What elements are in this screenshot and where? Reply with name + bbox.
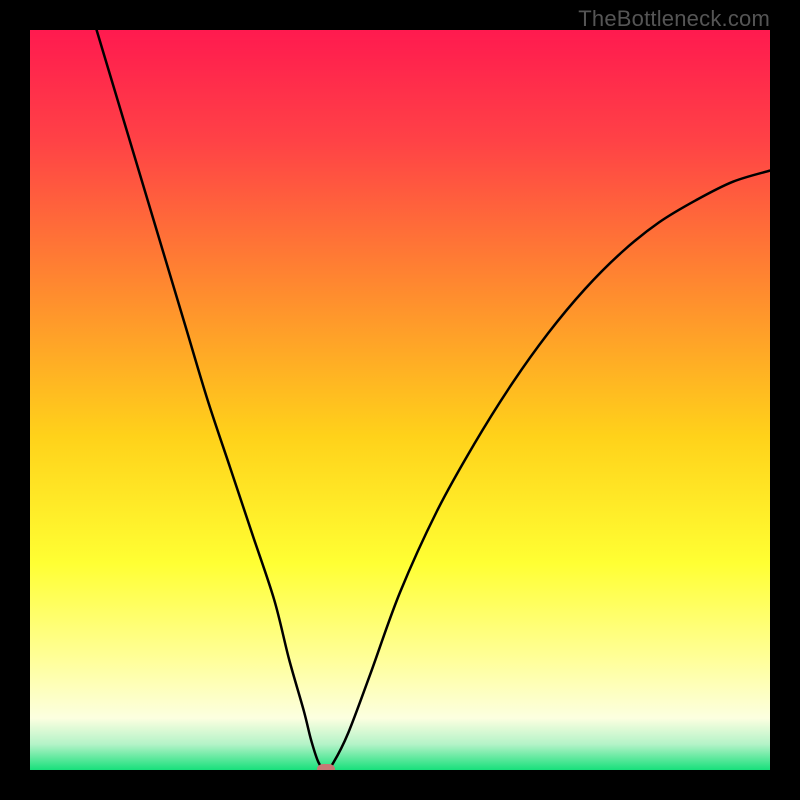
- watermark-text: TheBottleneck.com: [578, 6, 770, 32]
- optimal-point-marker: [317, 764, 335, 770]
- plot-area: [30, 30, 770, 770]
- chart-frame: TheBottleneck.com: [0, 0, 800, 800]
- bottleneck-curve: [30, 30, 770, 770]
